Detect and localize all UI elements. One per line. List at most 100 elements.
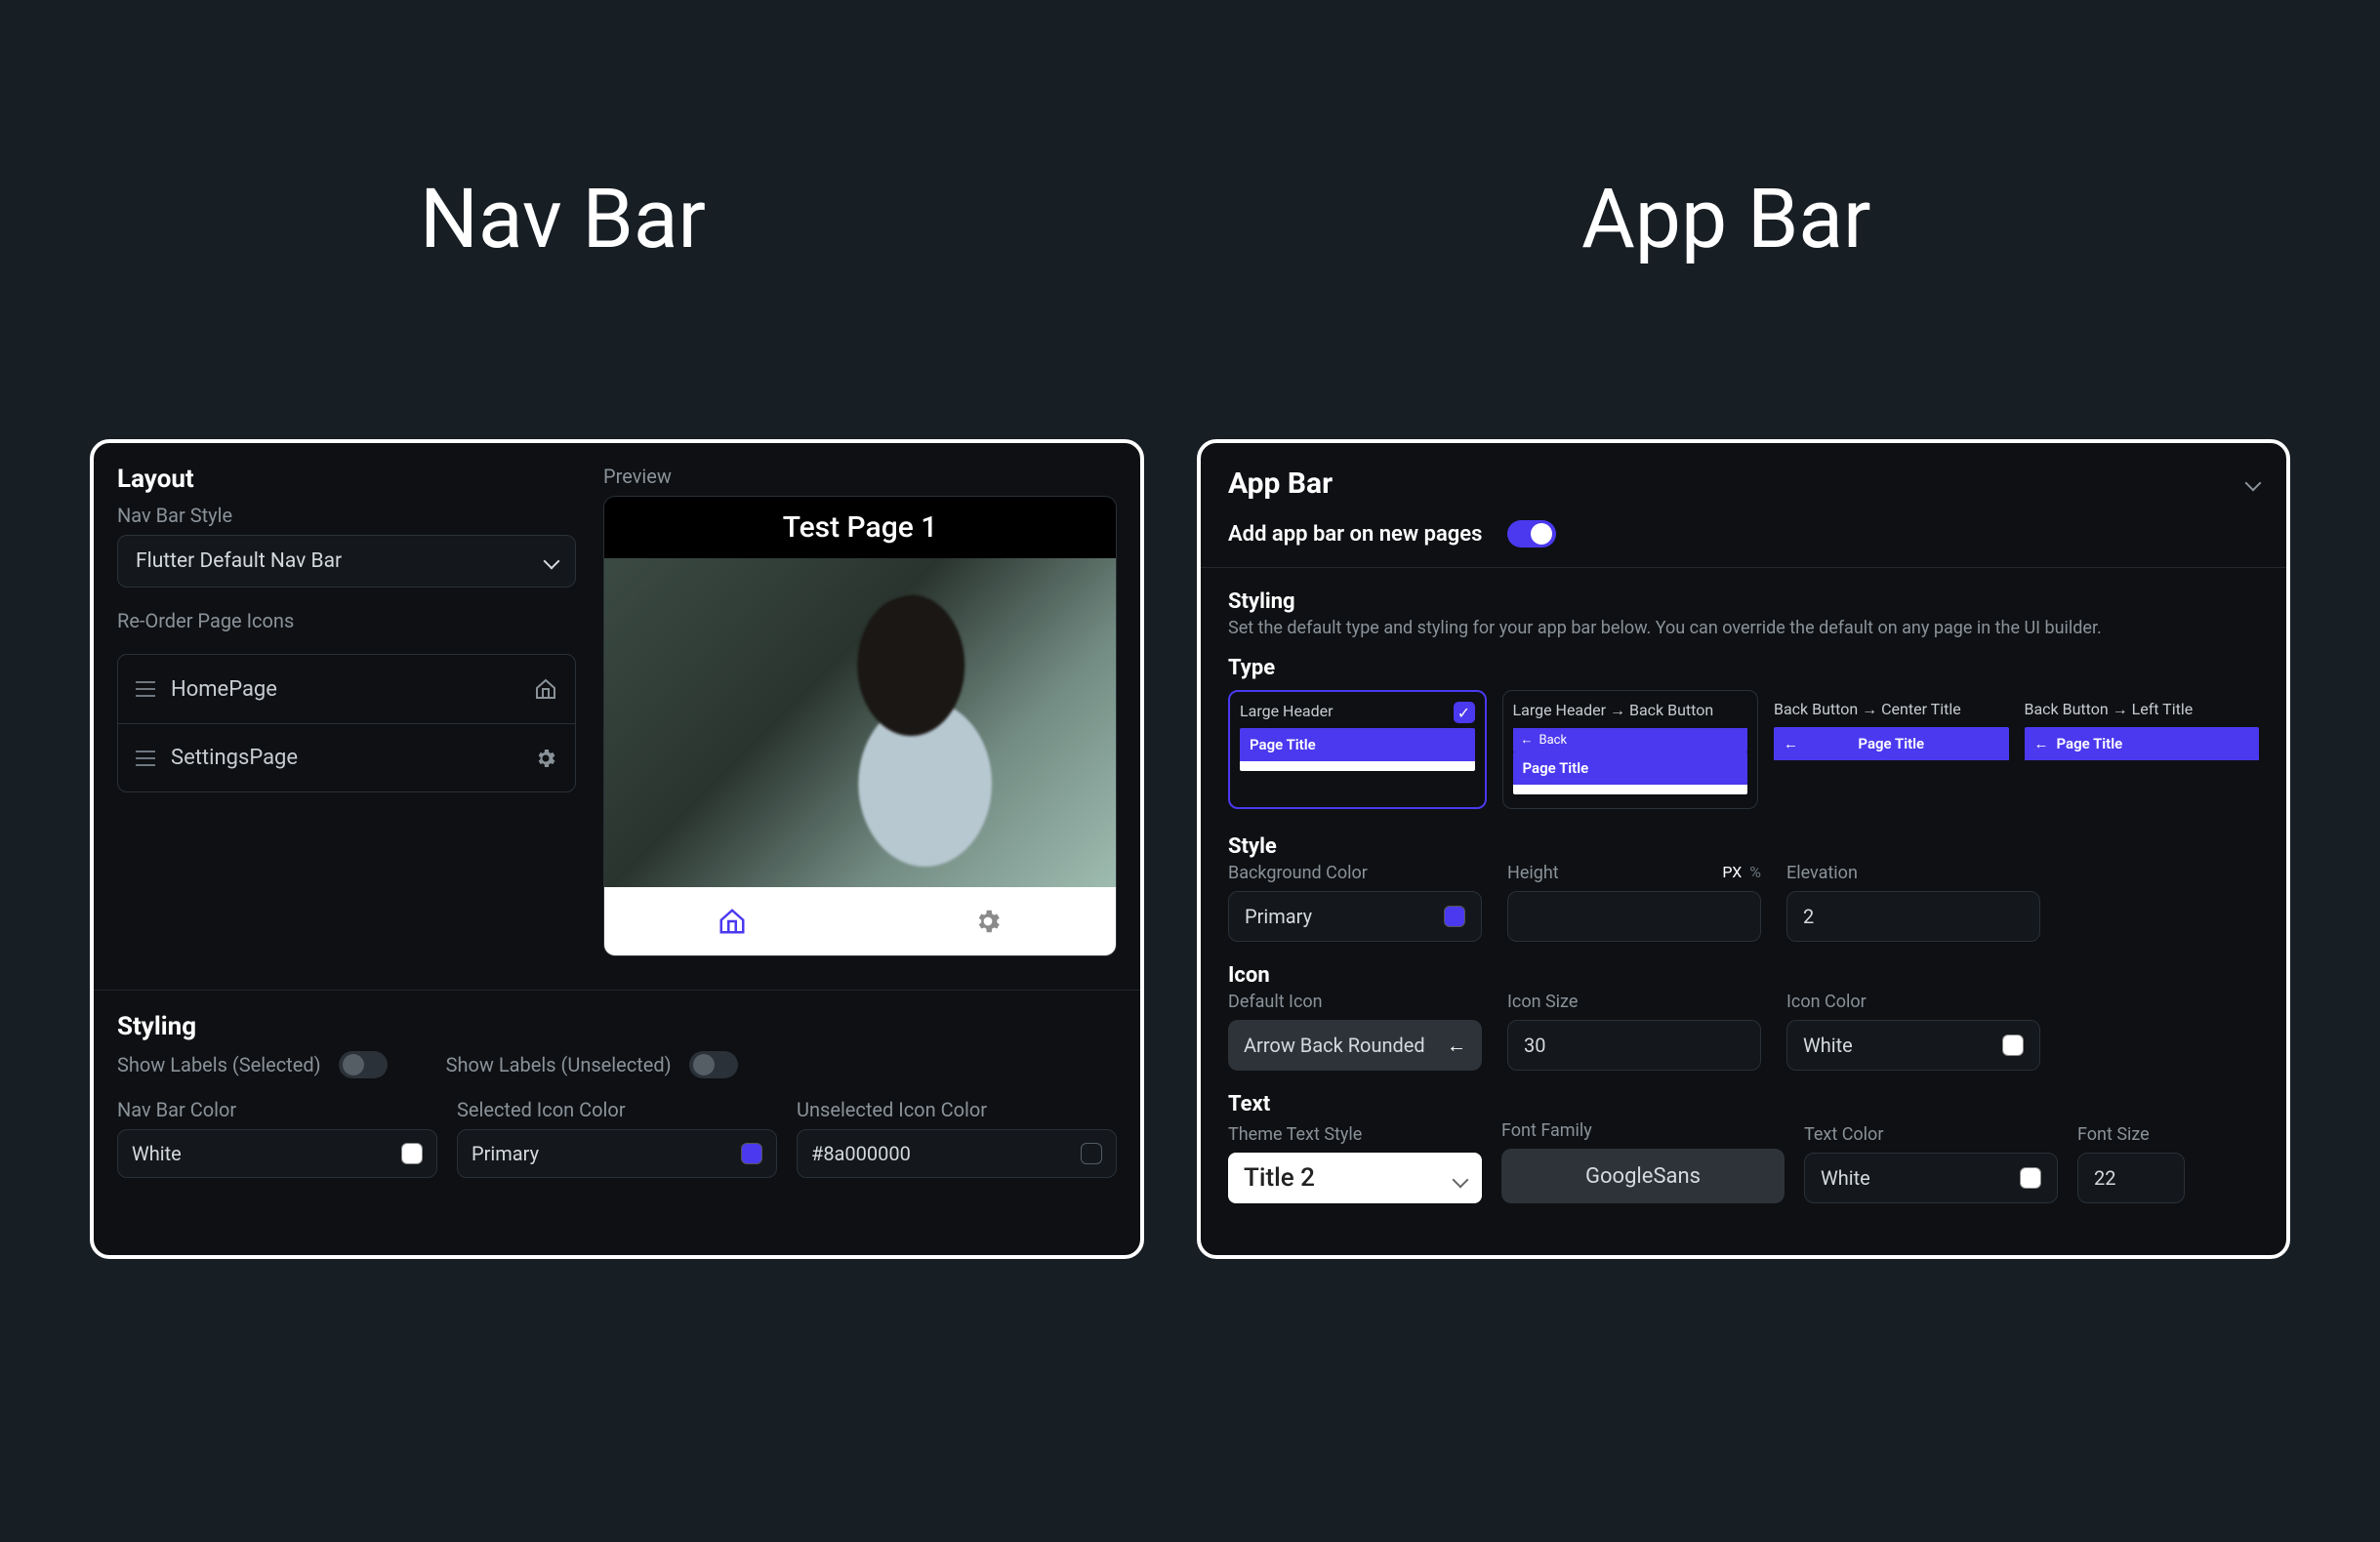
styling-title: Styling bbox=[1228, 589, 2259, 614]
theme-text-style-label: Theme Text Style bbox=[1228, 1124, 1482, 1145]
heading-app-bar: App Bar bbox=[1581, 171, 1870, 267]
height-label: Height bbox=[1507, 863, 1559, 883]
default-icon-button[interactable]: Arrow Back Rounded bbox=[1228, 1020, 1482, 1071]
elevation-input[interactable]: 2 bbox=[1786, 891, 2040, 942]
gear-icon bbox=[534, 747, 557, 770]
color-swatch bbox=[741, 1143, 762, 1164]
preview-label: Preview bbox=[603, 465, 1117, 488]
unselected-icon-color-input[interactable]: #8a000000 bbox=[797, 1129, 1117, 1178]
type-card-label: Large Header bbox=[1240, 702, 1475, 720]
text-heading: Text bbox=[1228, 1092, 2259, 1116]
home-icon bbox=[718, 907, 747, 936]
color-swatch bbox=[1444, 906, 1465, 927]
unselected-icon-color-label: Unselected Icon Color bbox=[797, 1098, 1117, 1121]
style-heading: Style bbox=[1228, 834, 2259, 859]
color-value: Primary bbox=[1245, 905, 1312, 928]
nav-bar-style-value: Flutter Default Nav Bar bbox=[136, 549, 342, 573]
type-preview-title: Page Title bbox=[1240, 728, 1475, 761]
font-size-label: Font Size bbox=[2077, 1124, 2185, 1145]
type-preview-backrow: Back bbox=[1513, 728, 1748, 751]
bg-color-label: Background Color bbox=[1228, 863, 1482, 883]
color-swatch bbox=[2020, 1167, 2041, 1189]
preview-navbar bbox=[604, 887, 1116, 955]
show-labels-unselected-label: Show Labels (Unselected) bbox=[446, 1053, 672, 1076]
add-appbar-label: Add app bar on new pages bbox=[1228, 522, 1482, 547]
nav-bar-color-label: Nav Bar Color bbox=[117, 1098, 437, 1121]
theme-text-style-select[interactable]: Title 2 bbox=[1228, 1153, 1482, 1203]
color-swatch bbox=[401, 1143, 423, 1164]
icon-color-input[interactable]: White bbox=[1786, 1020, 2040, 1071]
nav-bar-style-label: Nav Bar Style bbox=[117, 504, 576, 527]
layout-title: Layout bbox=[117, 465, 576, 494]
icon-size-input[interactable]: 30 bbox=[1507, 1020, 1761, 1071]
font-family-button[interactable]: GoogleSans bbox=[1501, 1149, 1785, 1203]
add-appbar-toggle[interactable] bbox=[1507, 520, 1556, 548]
app-bar-panel: App Bar Add app bar on new pages Styling… bbox=[1197, 439, 2290, 1259]
type-preview-title: Page Title bbox=[1858, 735, 1924, 752]
color-value: #8a000000 bbox=[811, 1142, 911, 1165]
type-card-label: Back Button → Left Title bbox=[2025, 700, 2260, 719]
color-value: White bbox=[1821, 1166, 1870, 1190]
unit-percent[interactable]: % bbox=[1749, 863, 1761, 883]
icon-heading: Icon bbox=[1228, 963, 2259, 988]
font-family-label: Font Family bbox=[1501, 1120, 1785, 1141]
type-label: Type bbox=[1228, 656, 2259, 680]
app-bar-title: App Bar bbox=[1228, 467, 1333, 501]
color-swatch bbox=[1081, 1143, 1102, 1164]
input-value: 30 bbox=[1524, 1034, 1545, 1057]
bg-color-input[interactable]: Primary bbox=[1228, 891, 1482, 942]
selected-icon-color-input[interactable]: Primary bbox=[457, 1129, 777, 1178]
show-labels-selected-toggle[interactable] bbox=[339, 1051, 388, 1078]
default-icon-value: Arrow Back Rounded bbox=[1244, 1034, 1425, 1057]
type-card-large-header-back[interactable]: Large Header → Back Button Back Page Tit… bbox=[1502, 690, 1759, 809]
selected-icon-color-label: Selected Icon Color bbox=[457, 1098, 777, 1121]
divider bbox=[1201, 567, 2286, 568]
height-input[interactable] bbox=[1507, 891, 1761, 942]
color-value: White bbox=[1803, 1034, 1853, 1057]
chevron-down-icon bbox=[546, 549, 557, 573]
arrow-left-icon bbox=[1784, 735, 1798, 752]
show-labels-selected-label: Show Labels (Selected) bbox=[117, 1053, 321, 1076]
arrow-left-icon bbox=[1521, 732, 1534, 748]
reorder-pages-label: Re-Order Page Icons bbox=[117, 609, 576, 632]
nav-bar-panel: Layout Nav Bar Style Flutter Default Nav… bbox=[90, 439, 1144, 1259]
color-value: White bbox=[132, 1142, 182, 1165]
unit-px[interactable]: PX bbox=[1722, 863, 1742, 883]
type-card-large-header[interactable]: Large Header ✓ Page Title bbox=[1228, 690, 1487, 809]
heading-nav-bar: Nav Bar bbox=[420, 171, 706, 267]
icon-size-label: Icon Size bbox=[1507, 992, 1761, 1012]
drag-handle-icon[interactable] bbox=[136, 681, 155, 697]
type-card-back-center[interactable]: Back Button → Center Title Page Title bbox=[1774, 690, 2009, 809]
chevron-down-icon[interactable] bbox=[2247, 474, 2259, 493]
input-value: 2 bbox=[1803, 905, 1814, 928]
type-card-label: Back Button → Center Title bbox=[1774, 700, 2009, 719]
font-size-input[interactable]: 22 bbox=[2077, 1153, 2185, 1203]
type-preview-title: Page Title bbox=[2057, 735, 2123, 752]
font-family-value: GoogleSans bbox=[1585, 1164, 1701, 1189]
type-card-back-left[interactable]: Back Button → Left Title Page Title bbox=[2025, 690, 2260, 809]
check-icon: ✓ bbox=[1454, 702, 1475, 723]
styling-desc: Set the default type and styling for you… bbox=[1228, 618, 2259, 638]
theme-text-style-value: Title 2 bbox=[1244, 1163, 1315, 1193]
text-color-input[interactable]: White bbox=[1804, 1153, 2058, 1203]
nav-bar-style-select[interactable]: Flutter Default Nav Bar bbox=[117, 535, 576, 588]
drag-handle-icon[interactable] bbox=[136, 751, 155, 766]
divider bbox=[94, 990, 1140, 991]
page-row-settings[interactable]: SettingsPage bbox=[118, 723, 575, 791]
page-list: HomePage SettingsPage bbox=[117, 654, 576, 792]
text-color-label: Text Color bbox=[1804, 1124, 2058, 1145]
type-preview-title: Page Title bbox=[1513, 751, 1748, 785]
nav-bar-preview: Test Page 1 bbox=[603, 496, 1117, 956]
gear-icon bbox=[973, 907, 1003, 936]
nav-bar-color-input[interactable]: White bbox=[117, 1129, 437, 1178]
back-label: Back bbox=[1539, 733, 1568, 748]
unit-toggle[interactable]: PX % bbox=[1722, 863, 1761, 883]
default-icon-label: Default Icon bbox=[1228, 992, 1482, 1012]
type-preview-bar: Page Title bbox=[2025, 727, 2260, 760]
show-labels-unselected-toggle[interactable] bbox=[689, 1051, 738, 1078]
color-swatch bbox=[2002, 1035, 2024, 1056]
type-preview-bar: Page Title bbox=[1774, 727, 2009, 760]
page-row-home[interactable]: HomePage bbox=[118, 655, 575, 723]
type-card-label: Large Header → Back Button bbox=[1513, 701, 1748, 720]
page-name: SettingsPage bbox=[171, 746, 518, 770]
